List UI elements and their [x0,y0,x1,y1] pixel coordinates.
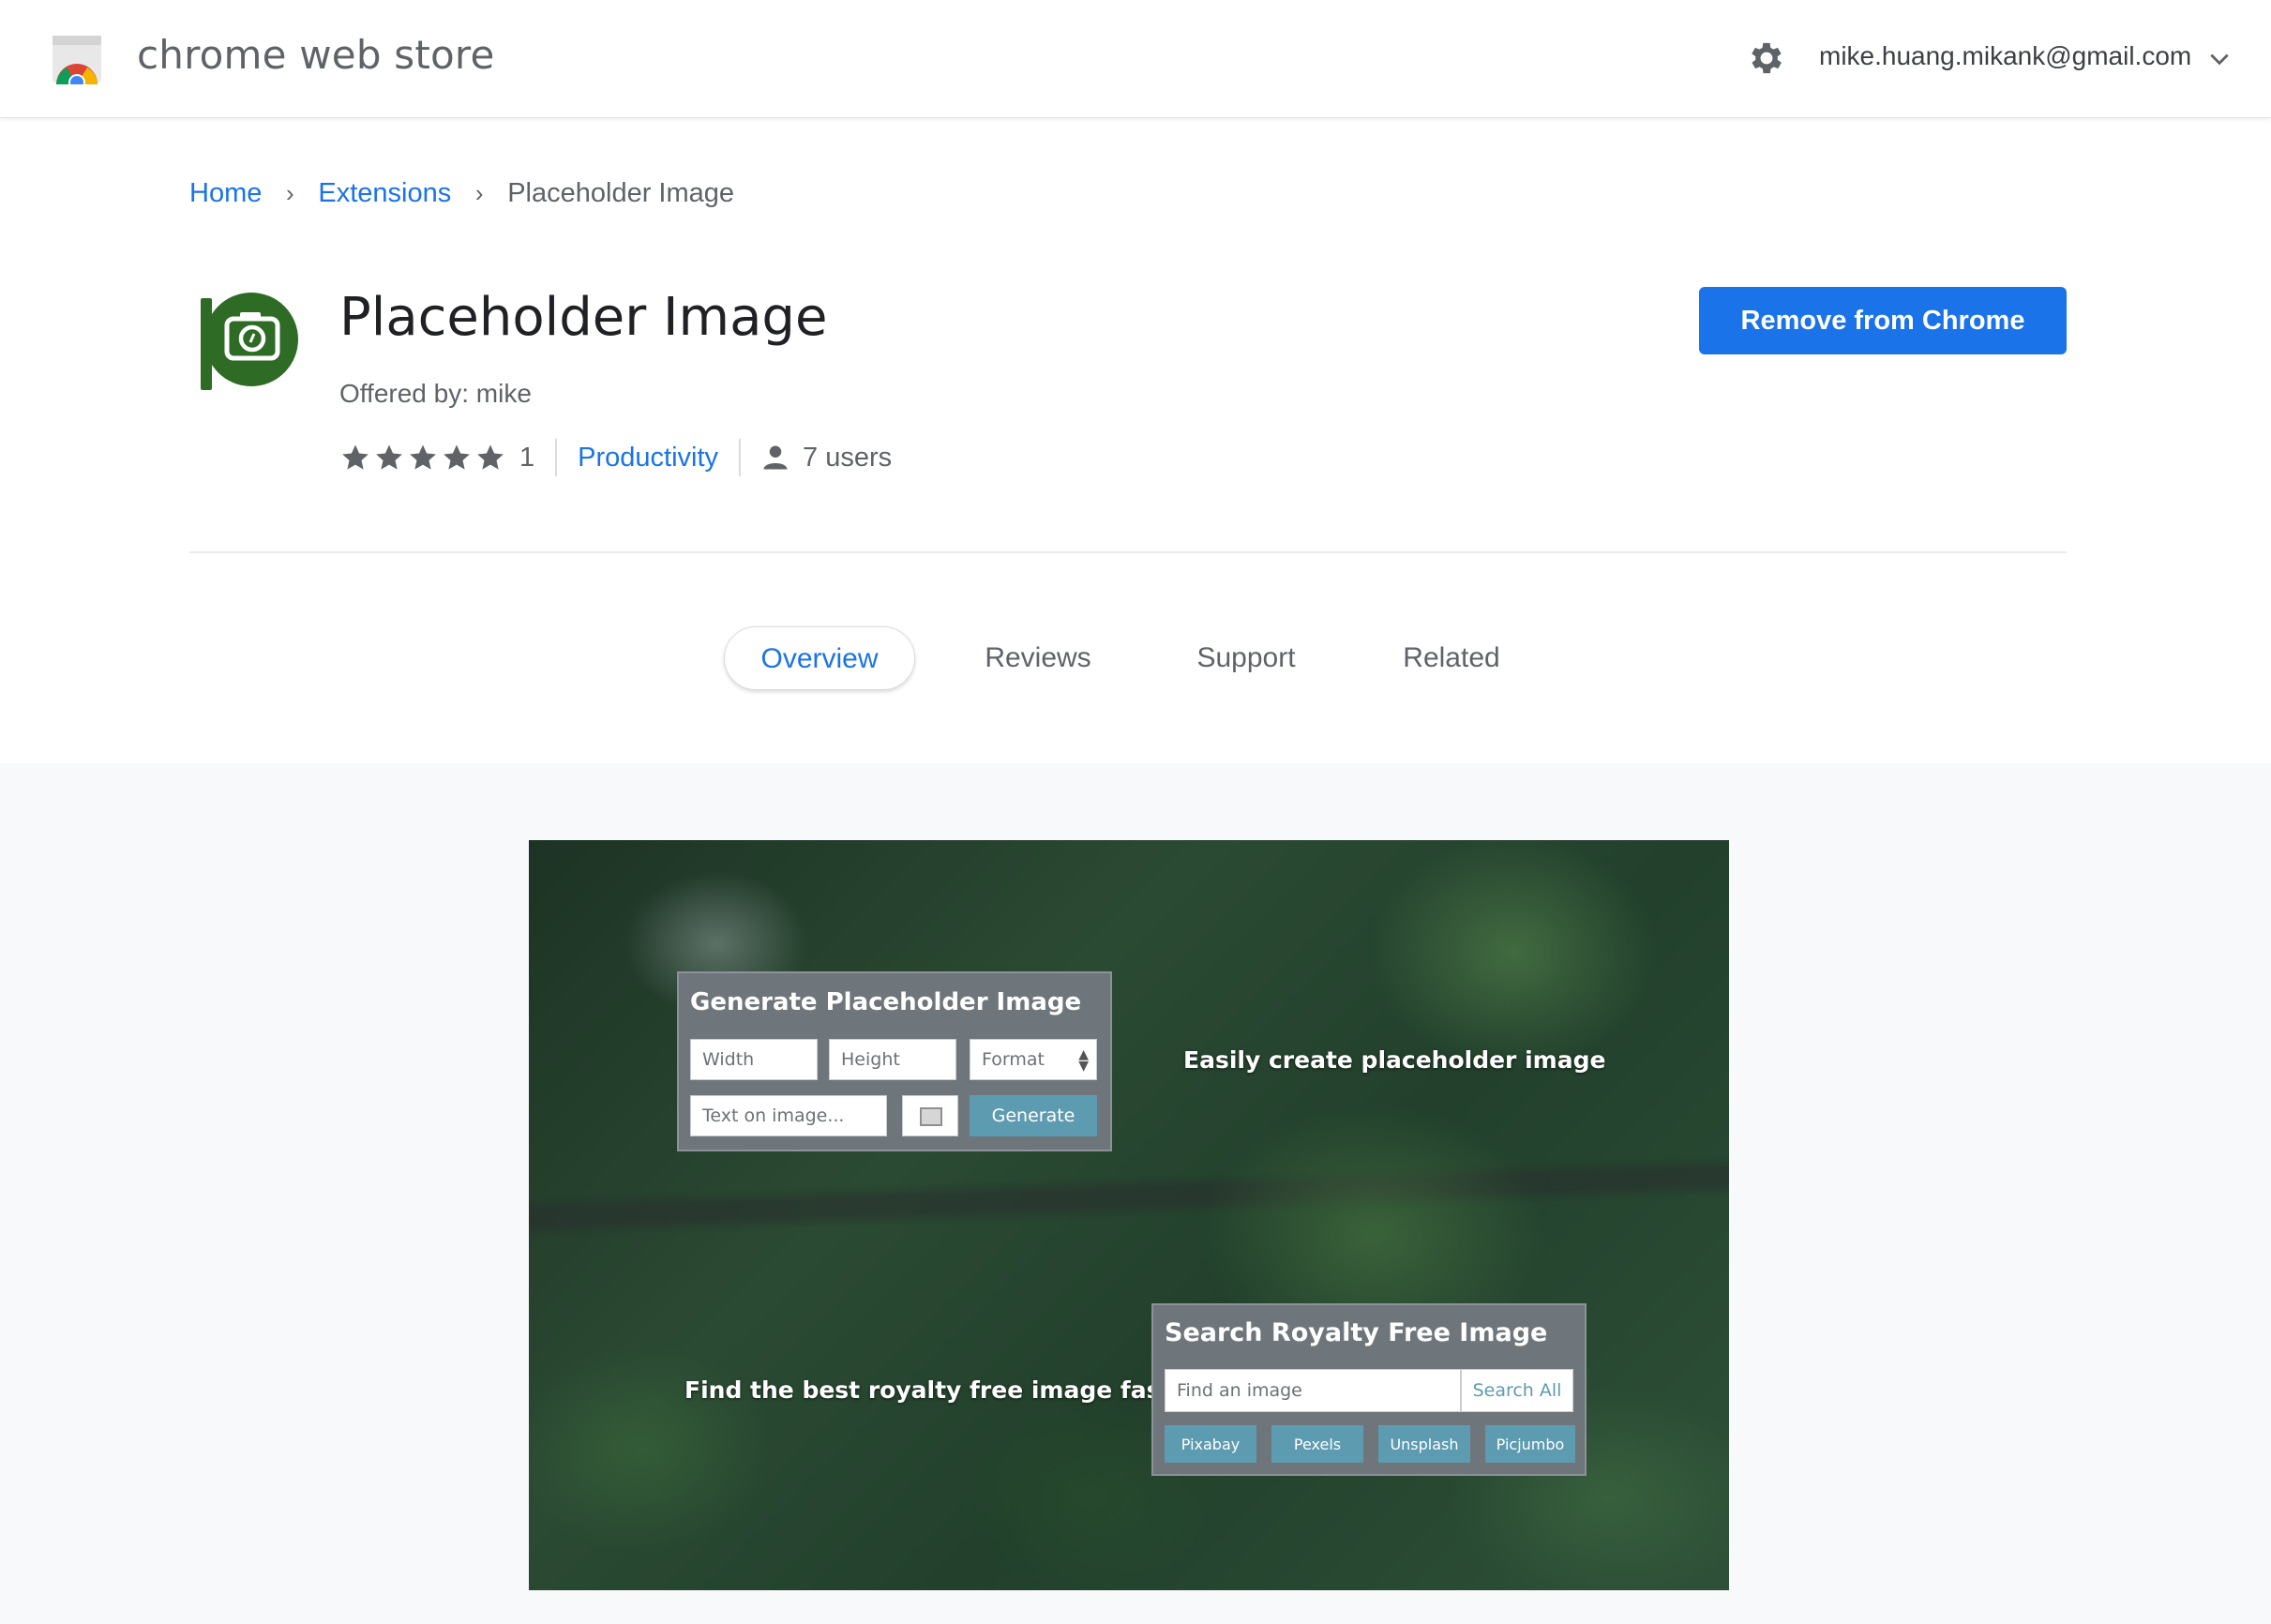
caption-find: Find the best royalty free image fast [684,1376,1172,1404]
user-count: 7 users [803,442,893,473]
find-image-input: Find an image [1165,1369,1461,1412]
format-select: Format ▲ ▼ [970,1039,1097,1080]
height-input: Height [829,1039,956,1080]
extension-screenshot[interactable]: Generate Placeholder Image Width Height … [529,840,1729,1590]
unsplash-button: Unsplash [1378,1425,1470,1463]
search-panel-title: Search Royalty Free Image [1165,1318,1548,1347]
star-icon [444,444,470,470]
rating-count[interactable]: 1 [519,443,534,474]
store-title[interactable]: chrome web store [137,32,495,78]
width-input: Width [690,1039,818,1080]
person-icon [763,445,788,470]
search-all-button: Search All [1461,1369,1573,1412]
breadcrumb-home-link[interactable]: Home [189,178,262,209]
meta-separator [739,439,742,476]
extension-title: Placeholder Image [339,287,828,348]
generate-panel: Generate Placeholder Image Width Height … [677,971,1112,1151]
top-bar: chrome web store mike.huang.mikank@gmail… [0,0,2271,118]
star-icon [410,444,436,470]
tab-reviews[interactable]: Reviews [975,626,1101,690]
breadcrumb-current: Placeholder Image [507,178,735,208]
breadcrumb: Home › Extensions › Placeholder Image [189,178,734,209]
star-icon [376,444,402,470]
color-picker [902,1095,958,1136]
category-link[interactable]: Productivity [578,443,718,474]
pexels-button: Pexels [1271,1425,1363,1463]
meta-separator [555,439,558,476]
offered-by: Offered by: mike [339,379,532,408]
breadcrumb-extensions-link[interactable]: Extensions [318,178,451,209]
select-arrows-icon: ▲ ▼ [1078,1047,1089,1074]
tab-support[interactable]: Support [1183,626,1309,690]
picjumbo-button: Picjumbo [1485,1425,1575,1463]
extension-icon [201,293,298,390]
remove-from-chrome-button[interactable]: Remove from Chrome [1699,287,2067,354]
star-icon [342,444,368,470]
chevron-down-icon[interactable] [2207,49,2232,69]
header-divider [189,551,2067,553]
account-email[interactable]: mike.huang.mikank@gmail.com [1819,41,2191,71]
extension-meta-row: 1 Productivity 7 users [339,439,892,476]
color-swatch-icon [920,1107,942,1126]
format-label: Format [982,1049,1045,1070]
pixabay-button: Pixabay [1165,1425,1256,1463]
caption-create: Easily create placeholder image [1183,1046,1606,1074]
search-panel: Search Royalty Free Image Find an image … [1151,1303,1587,1476]
tab-overview[interactable]: Overview [724,626,915,690]
star-icon [477,444,504,470]
gear-icon[interactable] [1746,38,1787,79]
text-on-image-input: Text on image... [690,1095,887,1136]
breadcrumb-separator: › [474,179,484,207]
generate-panel-title: Generate Placeholder Image [690,988,1082,1016]
generate-button: Generate [970,1095,1097,1136]
rating-stars[interactable]: 1 [339,442,534,474]
tab-related[interactable]: Related [1393,626,1510,690]
chrome-web-store-logo-icon[interactable] [49,34,105,84]
detail-tabs: Overview Reviews Support Related [0,626,2271,694]
breadcrumb-separator: › [286,179,294,207]
